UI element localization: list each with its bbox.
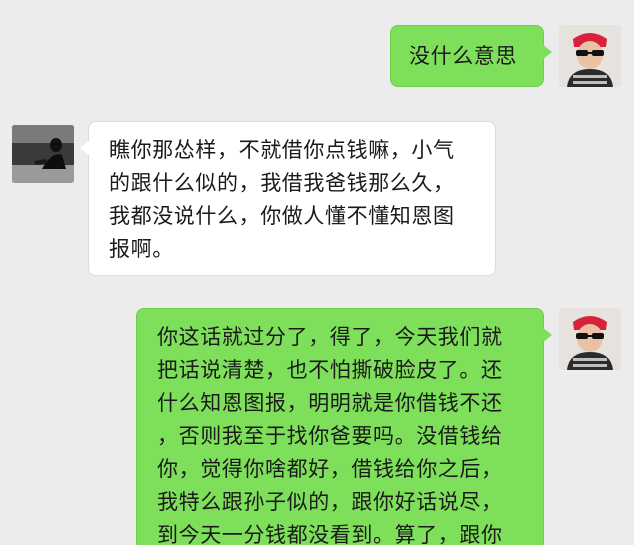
message-line: 我特么跟孙子似的，跟你好话说尽， [157,490,503,514]
chat-conversation: 没什么意思 瞧你那怂样，不就借你点钱嘛，小气 的跟什么似的，我借我爸钱那么久， … [0,0,634,545]
outgoing-message-bubble[interactable]: 没什么意思 [390,25,552,87]
outgoing-message-bubble[interactable]: 你这话就过分了，得了，今天我们就 把话说清楚，也不怕撕破脸皮了。还 什么知恩图报… [136,308,552,545]
message-line: 我都没说什么，你做人懂不懂知恩图 [109,204,455,228]
silhouette-portrait-icon [12,125,74,183]
my-avatar[interactable] [559,308,621,370]
message-line: ，否则我至于找你爸要吗。没借钱给 [157,424,503,448]
message-line: 把话说清楚，也不怕撕破脸皮了。还 [157,358,503,382]
contact-avatar[interactable] [12,125,74,183]
incoming-message-bubble[interactable]: 瞧你那怂样，不就借你点钱嘛，小气 的跟什么似的，我借我爸钱那么久， 我都没说什么… [80,121,496,276]
message-text: 没什么意思 [409,44,517,68]
person-portrait-icon [559,308,621,370]
message-line: 你这话就过分了，得了，今天我们就 [157,325,503,349]
person-portrait-icon [559,25,621,87]
message-line: 你，觉得你啥都好，借钱给你之后， [157,457,503,481]
message-line: 到今天一分钱都没看到。算了，跟你 [157,523,503,545]
message-line: 报啊。 [109,237,174,261]
message-line: 瞧你那怂样，不就借你点钱嘛，小气 [109,138,455,162]
message-line: 什么知恩图报，明明就是你借钱不还 [157,391,503,415]
my-avatar[interactable] [559,25,621,87]
message-line: 的跟什么似的，我借我爸钱那么久， [109,171,455,195]
